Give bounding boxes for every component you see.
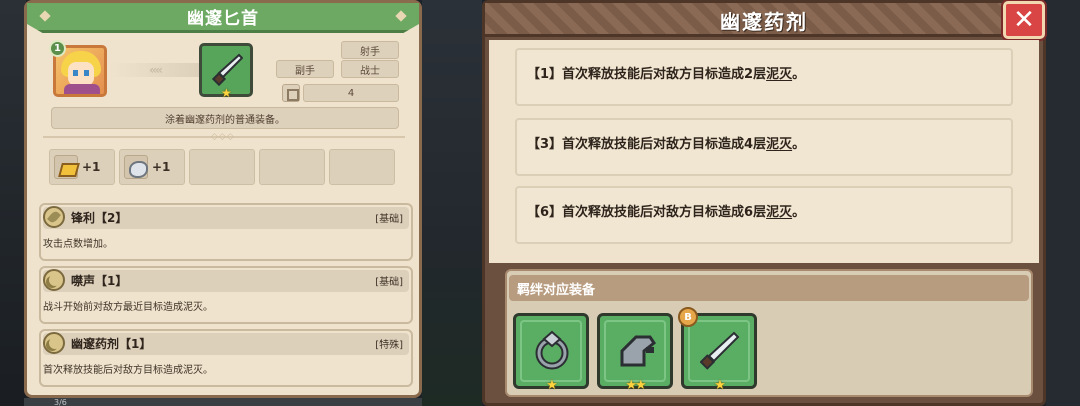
skill-description: 攻击点数增加。 — [43, 239, 113, 250]
effect-text: 【1】首次释放技能后对敌方目标造成2层泥灭。 — [527, 67, 806, 82]
skill-name: 锋利【2】 — [71, 211, 128, 225]
rarity-star-icon: ★ — [221, 86, 232, 100]
dagger-icon — [700, 331, 740, 370]
rarity-star-icon: ★★ — [625, 378, 646, 393]
item-title: 幽邃匕首 — [187, 9, 259, 29]
ornament-icon — [395, 10, 407, 22]
item-description: 涂着幽邃药剂的普通装备。 — [51, 107, 399, 129]
material-amount: +1 — [152, 160, 171, 174]
equipment-slot[interactable]: B ★ — [678, 307, 757, 393]
badge: B — [678, 307, 698, 327]
rarity-star-icon: ★ — [714, 378, 726, 393]
set-effect: 【6】首次释放技能后对敌方目标造成6层泥灭。 — [515, 186, 1013, 244]
class-tag-warrior: 战士 — [341, 60, 399, 78]
footer-peek: 3/6 — [24, 398, 422, 406]
skill-name: 幽邃药剂【1】 — [71, 337, 152, 351]
class-tag-archer: 射手 — [341, 41, 399, 59]
background-left — [0, 0, 26, 406]
material-slot-empty — [259, 149, 325, 185]
divider-ornament: ◇◇◇ — [211, 132, 235, 142]
level-badge: 1 — [49, 40, 66, 57]
moon-icon — [43, 269, 65, 291]
set-effect: 【1】首次释放技能后对敌方目标造成2层泥灭。 — [515, 48, 1013, 106]
slot-tag: 副手 — [276, 60, 334, 78]
skill-card[interactable]: 幽邃药剂【1】 [特殊] 首次释放技能后对敌方目标造成泥灭。 — [39, 329, 413, 387]
skill-type: [基础] — [375, 277, 403, 288]
skill-type: [特殊] — [375, 340, 403, 351]
effect-text: 【6】首次释放技能后对敌方目标造成6层泥灭。 — [527, 205, 806, 220]
keyword-link[interactable]: 泥灭 — [766, 205, 792, 220]
material-slot[interactable]: +1 — [119, 149, 185, 185]
skill-description: 首次释放技能后对敌方目标造成泥灭。 — [43, 365, 213, 376]
skill-card[interactable]: 锋利【2】 [基础] 攻击点数增加。 — [39, 203, 413, 261]
effect-text: 【3】首次释放技能后对敌方目标造成4层泥灭。 — [527, 137, 806, 152]
item-title-bar: 幽邃匕首 — [27, 3, 419, 33]
skill-name: 噤声【1】 — [71, 274, 128, 288]
gauntlet-icon — [620, 335, 657, 367]
keyword-link[interactable]: 泥灭 — [766, 67, 792, 82]
item-detail-panel: 幽邃匕首 1 ‹‹‹‹ ★ 射手 副手 战士 4 涂着幽邃药剂的普通装备。 ◇◇… — [24, 0, 422, 398]
equipment-slot[interactable]: ★★ — [597, 313, 673, 393]
set-bonus-panel: 幽邃药剂 ✕ 【1】首次释放技能后对敌方目标造成2层泥灭。 【3】首次释放技能后… — [482, 0, 1046, 406]
moon-icon — [43, 332, 65, 354]
dagger-icon — [211, 53, 243, 87]
background-middle — [422, 0, 482, 406]
gold-ingot-icon — [54, 155, 78, 179]
materials-row: +1 +1 — [49, 149, 395, 185]
arrow-track: ‹‹‹‹ — [109, 63, 201, 77]
keyword-link[interactable]: 泥灭 — [766, 137, 792, 152]
bond-section: 羁绊对应装备 ★ ★★ B ★ — [505, 269, 1033, 397]
bond-label: 羁绊对应装备 — [509, 275, 1029, 301]
weapon-slot[interactable]: ★ — [199, 43, 253, 100]
ornament-icon — [39, 10, 51, 22]
inventory-icon — [282, 84, 300, 102]
count-tag: 4 — [303, 84, 399, 102]
material-slot-empty — [329, 149, 395, 185]
material-slot-empty — [189, 149, 255, 185]
close-button[interactable]: ✕ — [1003, 1, 1045, 39]
background-right — [1046, 0, 1080, 406]
effects-list: 【1】首次释放技能后对敌方目标造成2层泥灭。 【3】首次释放技能后对敌方目标造成… — [489, 40, 1039, 263]
ring-icon — [535, 330, 569, 370]
material-amount: +1 — [82, 160, 101, 174]
set-title: 幽邃药剂 — [720, 9, 808, 34]
skill-type: [基础] — [375, 214, 403, 225]
skill-card[interactable]: 噤声【1】 [基础] 战斗开始前对敌方最近目标造成泥灭。 — [39, 266, 413, 324]
stone-icon — [124, 155, 148, 179]
set-effect: 【3】首次释放技能后对敌方目标造成4层泥灭。 — [515, 118, 1013, 176]
leaf-icon — [43, 206, 65, 228]
bond-area: 羁绊对应装备 ★ ★★ B ★ — [489, 265, 1039, 403]
equipment-slot[interactable]: ★ — [513, 313, 589, 393]
rarity-star-icon: ★ — [546, 378, 558, 393]
material-slot[interactable]: +1 — [49, 149, 115, 185]
skill-description: 战斗开始前对敌方最近目标造成泥灭。 — [43, 302, 213, 313]
